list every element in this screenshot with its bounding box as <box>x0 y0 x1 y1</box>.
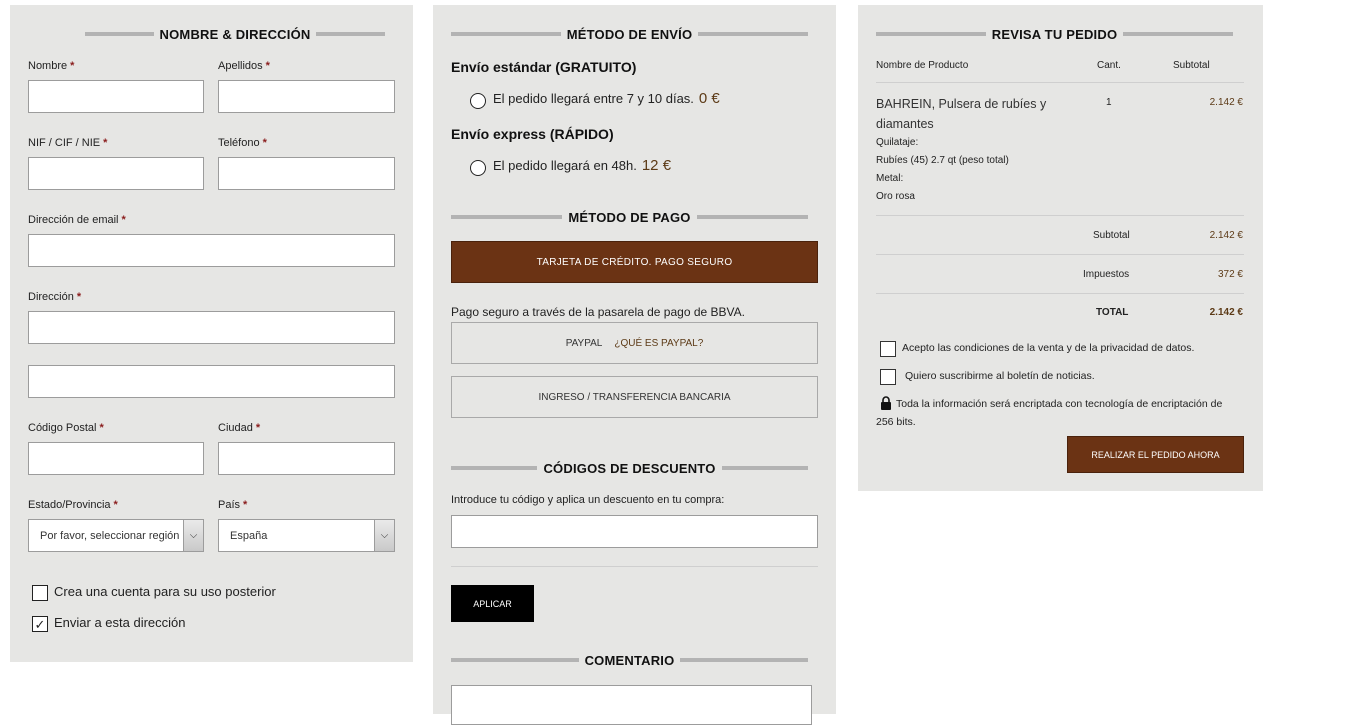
apply-discount-button[interactable]: APLICAR <box>451 585 534 622</box>
discount-code-input[interactable] <box>451 515 818 548</box>
what-is-paypal-link[interactable]: ¿QUÉ ES PAYPAL? <box>614 338 703 349</box>
shipping-express-price: 12 € <box>641 157 672 174</box>
nif-input[interactable] <box>28 157 204 190</box>
create-account-checkbox[interactable] <box>32 585 48 601</box>
check-icon: ✓ <box>34 616 46 632</box>
subtotal-label: Subtotal <box>1093 230 1130 241</box>
divider <box>876 215 1244 216</box>
pais-label: País * <box>218 499 248 511</box>
apellidos-label: Apellidos * <box>218 60 270 72</box>
estado-select[interactable]: Por favor, seleccionar región ⌵ <box>28 519 204 552</box>
apellidos-input[interactable] <box>218 80 395 113</box>
column-header-qty: Cant. <box>1097 60 1121 71</box>
card-payment-note: Pago seguro a través de la pasarela de p… <box>451 305 745 319</box>
nombre-label: Nombre * <box>28 60 75 72</box>
column-header-subtotal: Subtotal <box>1173 60 1210 71</box>
bank-transfer-payment-button[interactable]: INGRESO / TRANSFERENCIA BANCARIA <box>451 376 818 418</box>
billing-panel: NOMBRE & DIRECCIÓN Nombre * Apellidos * NI… <box>10 5 413 662</box>
column-header-product: Nombre de Producto <box>876 60 969 71</box>
billing-section-title: NOMBRE & DIRECCIÓN <box>85 24 385 44</box>
estado-label: Estado/Provincia * <box>28 499 118 511</box>
ciudad-label: Ciudad * <box>218 422 261 434</box>
place-order-button[interactable]: REALIZAR EL PEDIDO AHORA <box>1067 436 1244 473</box>
chevron-down-icon: ⌵ <box>183 520 203 551</box>
shipping-express-option[interactable]: El pedido llegará en 48h. 12 € <box>493 157 671 174</box>
newsletter-checkbox[interactable] <box>880 369 896 385</box>
discount-section-title: CÓDIGOS DE DESCUENTO <box>451 458 808 478</box>
divider <box>876 254 1244 255</box>
review-section-title: REVISA TU PEDIDO <box>876 24 1234 44</box>
attr-metal-value: Oro rosa <box>876 191 915 202</box>
divider <box>876 82 1244 83</box>
tax-value: 372 € <box>1217 269 1243 280</box>
shipping-section-title: MÉTODO DE ENVÍO <box>451 24 808 44</box>
nombre-input[interactable] <box>28 80 204 113</box>
direccion-label: Dirección * <box>28 291 82 303</box>
credit-card-payment-button[interactable]: TARJETA DE CRÉDITO. PAGO SEGURO <box>451 241 818 283</box>
total-value: 2.142 € <box>1209 307 1243 318</box>
ciudad-input[interactable] <box>218 442 395 475</box>
product-qty: 1 <box>1106 97 1112 108</box>
shipping-payment-panel: MÉTODO DE ENVÍO Envío estándar (GRATUITO… <box>433 5 836 725</box>
nif-label: NIF / CIF / NIE * <box>28 137 108 149</box>
email-label: Dirección de email * <box>28 214 126 226</box>
total-label: TOTAL <box>1096 307 1129 318</box>
shipping-standard-radio[interactable] <box>470 93 486 109</box>
telefono-label: Teléfono * <box>218 137 267 149</box>
attr-metal-label: Metal: <box>876 173 904 184</box>
newsletter-label: Quiero suscribirme al boletín de noticia… <box>905 370 1095 382</box>
product-name: BAHREIN, Pulsera de rubíes y diamantes <box>876 97 1047 131</box>
pais-select[interactable]: España ⌵ <box>218 519 395 552</box>
subtotal-value: 2.142 € <box>1209 230 1243 241</box>
divider <box>451 566 818 567</box>
direccion-line2-input[interactable] <box>28 365 395 398</box>
security-note: Toda la información será encriptada con … <box>896 398 1223 410</box>
email-input[interactable] <box>28 234 395 267</box>
payment-section-title: MÉTODO DE PAGO <box>451 207 808 227</box>
shipping-express-radio[interactable] <box>470 160 486 176</box>
direccion-input[interactable] <box>28 311 395 344</box>
cp-input[interactable] <box>28 442 204 475</box>
order-review-panel: REVISA TU PEDIDO Nombre de Producto Cant… <box>858 5 1263 491</box>
comment-textarea[interactable] <box>451 685 812 725</box>
accept-terms-checkbox[interactable] <box>880 341 896 357</box>
send-to-address-label: Enviar a esta dirección <box>54 615 186 630</box>
shipping-standard-price: 0 € <box>698 90 720 107</box>
divider <box>876 293 1244 294</box>
shipping-standard-option[interactable]: El pedido llegará entre 7 y 10 días. 0 € <box>493 90 720 107</box>
tax-label: Impuestos <box>1083 269 1130 280</box>
discount-note: Introduce tu código y aplica un descuent… <box>451 494 725 506</box>
paypal-payment-button[interactable]: PAYPAL ¿QUÉ ES PAYPAL? <box>451 322 818 364</box>
chevron-down-icon: ⌵ <box>374 520 394 551</box>
comment-section-title: COMENTARIO <box>451 650 808 670</box>
product-price: 2.142 € <box>1209 97 1243 108</box>
send-to-address-checkbox[interactable]: ✓ <box>32 616 48 632</box>
telefono-input[interactable] <box>218 157 395 190</box>
security-note-line2: 256 bits. <box>876 416 916 428</box>
cp-label: Código Postal * <box>28 422 104 434</box>
shipping-standard-title: Envío estándar (GRATUITO) <box>451 59 637 75</box>
shipping-express-title: Envío express (RÁPIDO) <box>451 126 614 142</box>
attr-quilataje-value: Rubíes (45) 2.7 qt (peso total) <box>876 155 1009 166</box>
create-account-label: Crea una cuenta para su uso posterior <box>54 584 276 599</box>
lock-icon <box>880 396 892 410</box>
attr-quilataje-label: Quilataje: <box>876 137 919 148</box>
accept-terms-label: Acepto las condiciones de la venta y de … <box>902 342 1195 354</box>
